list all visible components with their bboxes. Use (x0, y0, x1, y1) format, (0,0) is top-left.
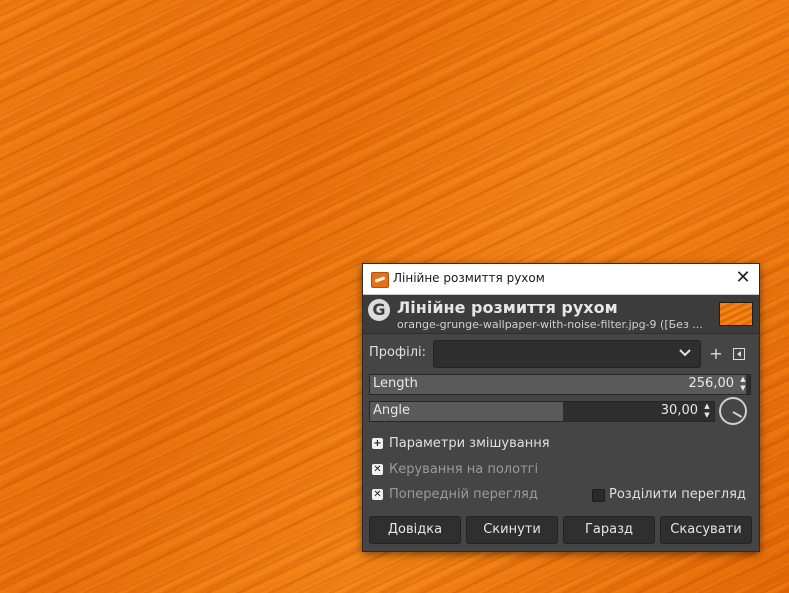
cancel-button[interactable]: Скасувати (660, 516, 752, 544)
motion-blur-dialog: Лінійне розмиття рухом ✕ G Лінійне розми… (362, 263, 760, 552)
length-label: Length (373, 376, 418, 391)
angle-stepper-icon[interactable]: ▲ ▼ (702, 402, 712, 421)
close-icon[interactable]: ✕ (733, 268, 753, 288)
filter-title: Лінійне розмиття рухом (397, 298, 618, 317)
preview-checkbox[interactable]: ✕ (372, 489, 383, 500)
length-spinscale[interactable]: Length 256,00 ▲ ▼ (369, 374, 751, 395)
help-button[interactable]: Довідка (369, 516, 461, 544)
reset-button[interactable]: Скинути (466, 516, 558, 544)
length-stepper-icon[interactable]: ▲ ▼ (738, 375, 748, 394)
angle-label: Angle (373, 403, 410, 418)
chevron-down-icon (678, 343, 692, 362)
canvas-control-checkbox[interactable]: ✕ (372, 464, 383, 475)
ok-button[interactable]: Гаразд (563, 516, 655, 544)
dial-needle (732, 411, 743, 418)
split-preview-checkbox[interactable] (592, 489, 605, 502)
gegl-logo-icon: G (368, 299, 390, 321)
split-preview-label: Розділити перегляд (609, 487, 746, 502)
angle-spinscale[interactable]: Angle 30,00 ▲ ▼ (369, 401, 715, 422)
expand-icon[interactable]: + (372, 438, 383, 449)
window-title: Лінійне розмиття рухом (393, 271, 545, 285)
image-thumbnail (719, 302, 753, 326)
dialog-header: G Лінійне розмиття рухом orange-grunge-w… (363, 295, 759, 334)
profile-menu-icon[interactable] (732, 347, 746, 361)
preview-label: Попередній перегляд (389, 487, 538, 502)
angle-dial[interactable] (719, 397, 747, 425)
blending-options-expander[interactable]: Параметри змішування (389, 436, 550, 451)
canvas-control-label: Керування на полотгі (389, 462, 539, 477)
add-profile-icon[interactable]: + (709, 346, 723, 362)
image-name: orange-grunge-wallpaper-with-noise-filte… (397, 318, 703, 331)
length-value[interactable]: 256,00 (689, 376, 735, 391)
angle-value[interactable]: 30,00 (661, 403, 698, 418)
profiles-label: Профілі: (369, 345, 427, 360)
gimp-app-icon (371, 272, 389, 288)
window-titlebar[interactable]: Лінійне розмиття рухом ✕ (363, 264, 759, 295)
profiles-combo[interactable] (433, 340, 701, 368)
